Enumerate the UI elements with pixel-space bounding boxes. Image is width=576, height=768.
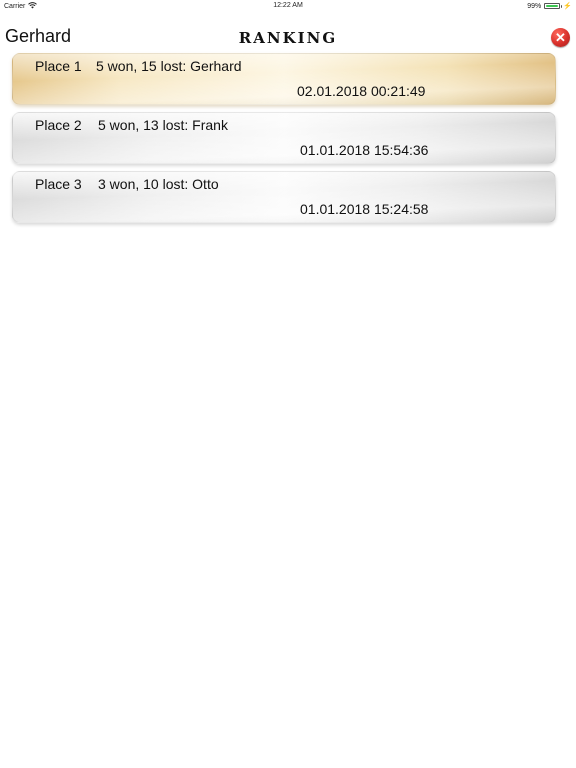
ranking-row-2[interactable]: Place 2 5 won, 13 lost: Frank 01.01.2018… bbox=[12, 112, 556, 164]
status-bar: Carrier 12:22 AM 99% ⚡ bbox=[0, 0, 576, 12]
ranking-date: 01.01.2018 15:24:58 bbox=[300, 201, 429, 217]
ranking-row-3[interactable]: Place 3 3 won, 10 lost: Otto 01.01.2018 … bbox=[12, 171, 556, 223]
battery-percent: 99% bbox=[527, 2, 542, 10]
ranking-result: 5 won, 13 lost: Frank bbox=[98, 117, 228, 133]
ranking-row-1[interactable]: Place 1 5 won, 15 lost: Gerhard 02.01.20… bbox=[12, 53, 556, 105]
header-bar: Gerhard RANKING ✕ bbox=[0, 20, 576, 52]
close-button[interactable]: ✕ bbox=[551, 28, 570, 47]
ranking-place: Place 3 bbox=[35, 176, 82, 192]
page-title: RANKING bbox=[238, 29, 338, 47]
charging-icon: ⚡ bbox=[563, 3, 572, 10]
close-icon: ✕ bbox=[555, 30, 566, 45]
battery-nub bbox=[560, 5, 563, 8]
status-right: 99% ⚡ bbox=[527, 2, 572, 11]
ranking-date: 02.01.2018 00:21:49 bbox=[297, 83, 426, 99]
ranking-result: 5 won, 15 lost: Gerhard bbox=[96, 58, 242, 74]
battery-fill bbox=[546, 5, 559, 7]
ranking-place: Place 2 bbox=[35, 117, 82, 133]
ranking-date: 01.01.2018 15:54:36 bbox=[300, 142, 429, 158]
ranking-place: Place 1 bbox=[35, 58, 82, 74]
battery-icon bbox=[544, 3, 563, 9]
ranking-result: 3 won, 10 lost: Otto bbox=[98, 176, 219, 192]
status-time: 12:22 AM bbox=[273, 2, 303, 9]
app-screen: Carrier 12:22 AM 99% ⚡ Gerhard RANKING ✕ bbox=[0, 0, 576, 768]
